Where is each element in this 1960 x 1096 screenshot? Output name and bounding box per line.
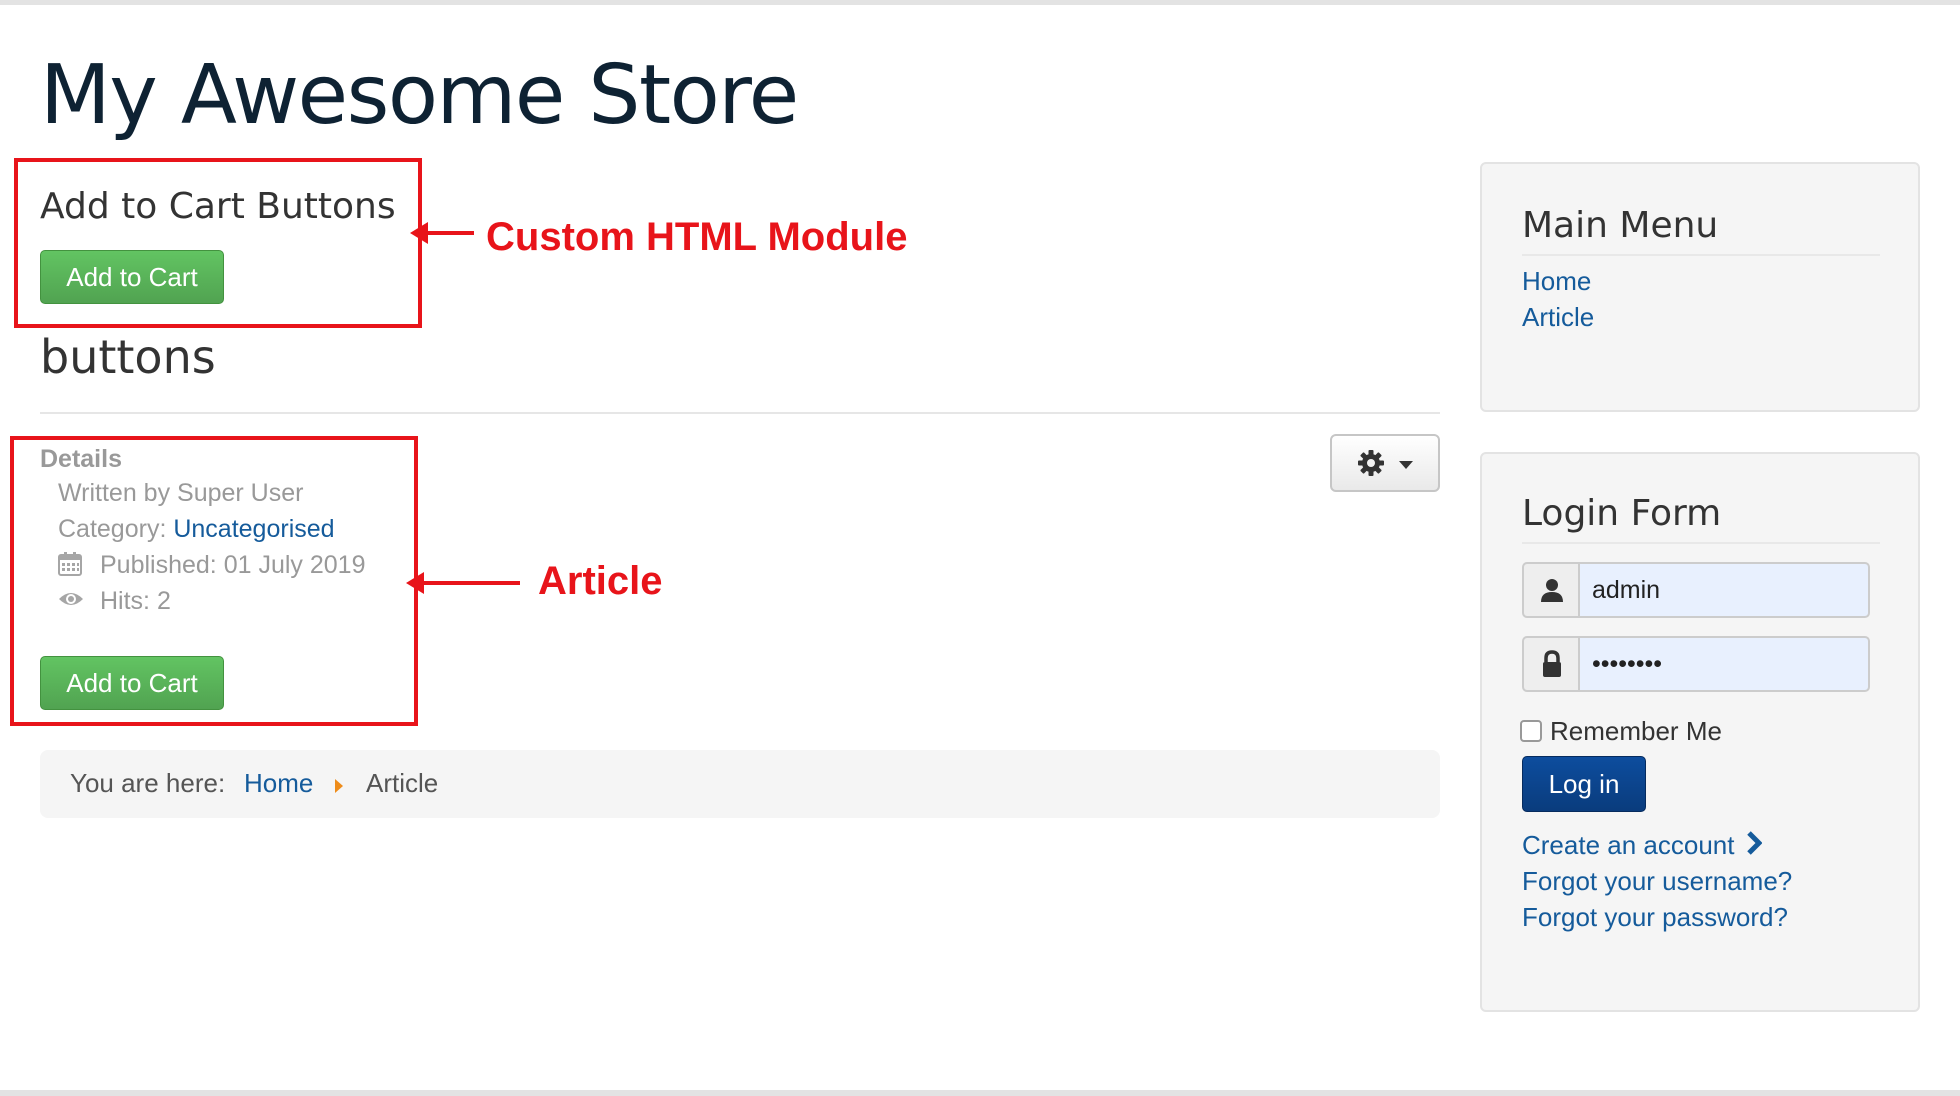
article-tools-button[interactable]	[1330, 434, 1440, 492]
annotation-article-box	[10, 436, 418, 726]
main-menu-divider	[1522, 254, 1880, 256]
lock-icon	[1542, 650, 1562, 678]
remember-me-checkbox[interactable]	[1520, 720, 1542, 742]
menu-item-article[interactable]: Article	[1522, 300, 1594, 334]
login-form-divider	[1522, 542, 1880, 544]
username-field[interactable]	[1578, 562, 1870, 618]
caret-down-icon	[1398, 460, 1414, 470]
username-group	[1522, 562, 1870, 618]
forgot-password-link[interactable]: Forgot your password?	[1522, 900, 1788, 934]
annotation-custom-html-label: Custom HTML Module	[486, 212, 907, 262]
site-title: My Awesome Store	[40, 42, 798, 150]
breadcrumb-current: Article	[366, 766, 438, 800]
annotation-custom-html-box	[14, 158, 422, 328]
username-addon	[1522, 562, 1580, 618]
gear-icon	[1356, 448, 1386, 478]
bottom-border	[0, 1090, 1960, 1096]
login-form-title: Login Form	[1522, 490, 1721, 538]
remember-me-label: Remember Me	[1550, 714, 1722, 748]
annotation-article-label: Article	[538, 556, 663, 606]
login-button[interactable]: Log in	[1522, 756, 1646, 812]
main-menu-module: Main Menu Home Article	[1480, 162, 1920, 412]
article-title: buttons	[40, 326, 216, 388]
breadcrumb: You are here: Home Article	[40, 750, 1440, 818]
chevron-right-icon	[1746, 830, 1762, 856]
article-divider	[40, 412, 1440, 414]
annotation-arrow-icon	[410, 216, 476, 250]
forgot-username-link[interactable]: Forgot your username?	[1522, 864, 1792, 898]
login-form-module: Login Form Remember Me Log in Create an …	[1480, 452, 1920, 1012]
main-menu-title: Main Menu	[1522, 202, 1718, 250]
breadcrumb-divider-icon	[334, 778, 344, 794]
password-group	[1522, 636, 1870, 692]
user-icon	[1541, 578, 1563, 602]
password-field[interactable]	[1578, 636, 1870, 692]
breadcrumb-prefix: You are here:	[70, 766, 225, 800]
password-addon	[1522, 636, 1580, 692]
breadcrumb-home-link[interactable]: Home	[244, 766, 313, 800]
menu-item-home[interactable]: Home	[1522, 264, 1591, 298]
top-border	[0, 0, 1960, 5]
create-account-link[interactable]: Create an account	[1522, 828, 1734, 862]
annotation-arrow-icon	[406, 566, 522, 600]
